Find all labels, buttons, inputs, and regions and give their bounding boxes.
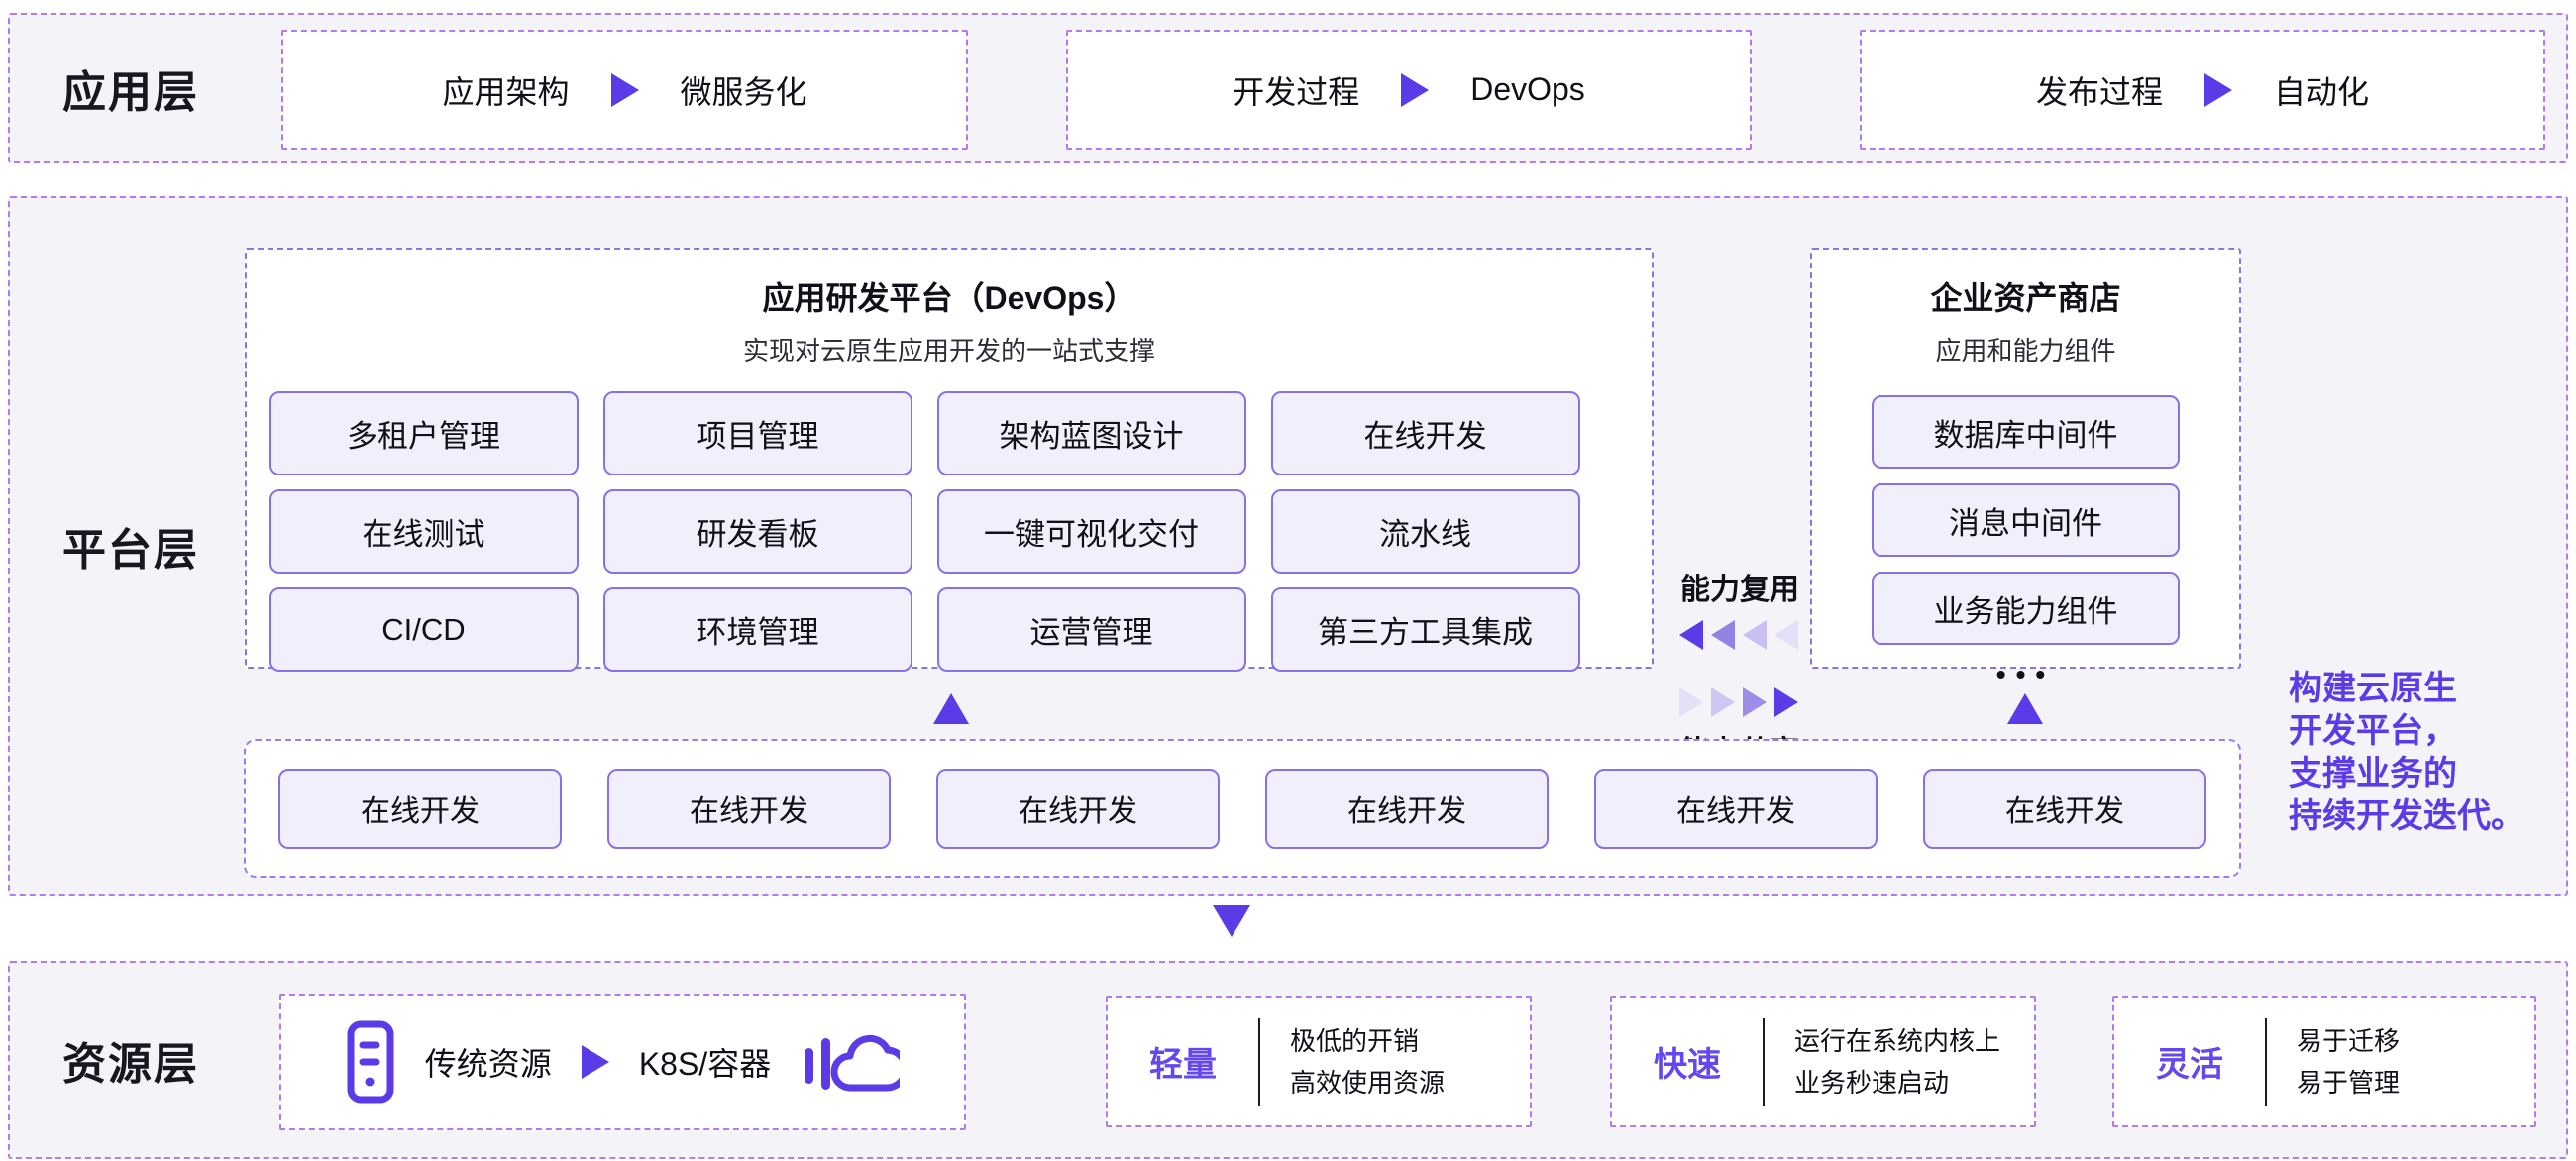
- pipeline-cell: 在线开发: [278, 769, 562, 849]
- pipeline-cell: 在线开发: [607, 769, 891, 849]
- up-arrow-icon: [933, 693, 969, 724]
- architecture-diagram: 应用层 应用架构 微服务化 开发过程 DevOps 发布过程 自动化 平台层 应…: [0, 0, 2576, 1161]
- capability-reuse-label: 能力复用: [1680, 565, 1799, 608]
- feature-description: 易于迁移 易于管理: [2297, 1020, 2400, 1104]
- transition-to-label: DevOps: [1470, 71, 1585, 108]
- feature-fast: 快速 运行在系统内核上 业务秒速启动: [1610, 996, 2036, 1127]
- online-dev-pipeline: 在线开发 在线开发 在线开发 在线开发 在线开发 在线开发: [244, 739, 2241, 878]
- capability-cell: 一键可视化交付: [937, 489, 1246, 574]
- resource-transition-box: 传统资源 K8S/容器: [279, 994, 966, 1130]
- app-transition-devprocess: 开发过程 DevOps: [1066, 30, 1752, 150]
- server-icon: [346, 1020, 395, 1104]
- app-transition-release: 发布过程 自动化: [1860, 30, 2545, 150]
- reuse-arrows-icon: [1677, 618, 1802, 652]
- capability-cell: 第三方工具集成: [1271, 587, 1580, 672]
- asset-store-title: 企业资产商店: [1812, 273, 2239, 319]
- capability-cell: 架构蓝图设计: [937, 391, 1246, 475]
- transition-to-label: 微服务化: [681, 67, 807, 113]
- feature-divider: [1258, 1018, 1260, 1106]
- transform-arrow-icon: [582, 1045, 609, 1079]
- pipeline-cell: 在线开发: [1923, 769, 2206, 849]
- transition-to-label: 自动化: [2274, 67, 2369, 113]
- capability-cell: 在线开发: [1271, 391, 1580, 475]
- capability-cell: 流水线: [1271, 489, 1580, 574]
- asset-cell: 业务能力组件: [1872, 572, 2180, 645]
- down-arrow-icon: [1213, 905, 1250, 937]
- capability-cell: 运营管理: [937, 587, 1246, 672]
- feature-name: 快速: [1612, 1037, 1763, 1086]
- pipeline-cell: 在线开发: [936, 769, 1220, 849]
- feature-divider: [2265, 1018, 2267, 1106]
- devops-platform-panel: 应用研发平台（DevOps） 实现对云原生应用开发的一站式支撑 多租户管理 项目…: [245, 248, 1654, 669]
- transition-from-label: 开发过程: [1233, 67, 1359, 113]
- platform-layer-label: 平台层: [61, 198, 200, 894]
- slogan-line: 支撑业务的: [2289, 753, 2571, 795]
- transition-from-label: 发布过程: [2036, 67, 2163, 113]
- devops-capability-grid: 多租户管理 项目管理 架构蓝图设计 在线开发 在线测试 研发看板 一键可视化交付…: [269, 391, 1630, 672]
- application-layer-label: 应用层: [61, 15, 200, 161]
- app-transition-architecture: 应用架构 微服务化: [281, 30, 968, 150]
- capability-cell: 多租户管理: [269, 391, 579, 475]
- platform-slogan: 构建云原生 开发平台， 支撑业务的 持续开发迭代。: [2289, 668, 2571, 838]
- transition-from-label: 应用架构: [442, 67, 569, 113]
- asset-cell: 数据库中间件: [1872, 395, 2180, 469]
- slogan-line: 开发平台，: [2289, 710, 2571, 753]
- feature-line: 易于迁移: [2297, 1020, 2400, 1062]
- devops-panel-title: 应用研发平台（DevOps）: [247, 273, 1652, 319]
- feature-line: 易于管理: [2297, 1062, 2400, 1104]
- feature-line: 业务秒速启动: [1794, 1062, 2000, 1104]
- feature-description: 运行在系统内核上 业务秒速启动: [1794, 1020, 2000, 1104]
- slogan-line: 构建云原生: [2289, 668, 2571, 710]
- resource-from-label: 传统资源: [425, 1039, 552, 1085]
- feature-flexible: 灵活 易于迁移 易于管理: [2112, 996, 2536, 1127]
- feature-line: 高效使用资源: [1290, 1062, 1445, 1104]
- up-arrow-icon: [2007, 693, 2043, 724]
- asset-store-subtitle: 应用和能力组件: [1812, 331, 2239, 368]
- slogan-line: 持续开发迭代。: [2289, 795, 2571, 838]
- devops-panel-subtitle: 实现对云原生应用开发的一站式支撑: [247, 331, 1652, 368]
- feature-name: 灵活: [2114, 1037, 2265, 1086]
- capability-cell: 研发看板: [603, 489, 912, 574]
- resource-to-label: K8S/容器: [639, 1039, 771, 1085]
- platform-layer: 平台层 应用研发平台（DevOps） 实现对云原生应用开发的一站式支撑 多租户管…: [8, 196, 2568, 896]
- more-dots: •••: [1812, 659, 2239, 690]
- feature-lightweight: 轻量 极低的开销 高效使用资源: [1106, 996, 1532, 1127]
- transform-arrow-icon: [1401, 73, 1429, 107]
- pipeline-cell: 在线开发: [1594, 769, 1878, 849]
- transform-arrow-icon: [2204, 73, 2232, 107]
- feature-divider: [1763, 1018, 1765, 1106]
- feature-line: 极低的开销: [1290, 1020, 1445, 1062]
- transform-arrow-icon: [611, 73, 639, 107]
- asset-store-panel: 企业资产商店 应用和能力组件 数据库中间件 消息中间件 业务能力组件 •••: [1810, 248, 2241, 669]
- cloud-icon: [801, 1026, 900, 1098]
- capability-cell: 在线测试: [269, 489, 579, 574]
- capability-cell: CI/CD: [269, 587, 579, 672]
- application-layer: 应用层 应用架构 微服务化 开发过程 DevOps 发布过程 自动化: [8, 13, 2568, 163]
- feature-description: 极低的开销 高效使用资源: [1290, 1020, 1445, 1104]
- feature-line: 运行在系统内核上: [1794, 1020, 2000, 1062]
- share-arrows-icon: [1677, 686, 1802, 719]
- feature-name: 轻量: [1108, 1037, 1258, 1086]
- asset-cell: 消息中间件: [1872, 483, 2180, 557]
- resource-layer-label: 资源层: [61, 963, 200, 1157]
- capability-cell: 项目管理: [603, 391, 912, 475]
- asset-store-stack: 数据库中间件 消息中间件 业务能力组件: [1872, 395, 2180, 645]
- capability-cell: 环境管理: [603, 587, 912, 672]
- pipeline-cell: 在线开发: [1265, 769, 1549, 849]
